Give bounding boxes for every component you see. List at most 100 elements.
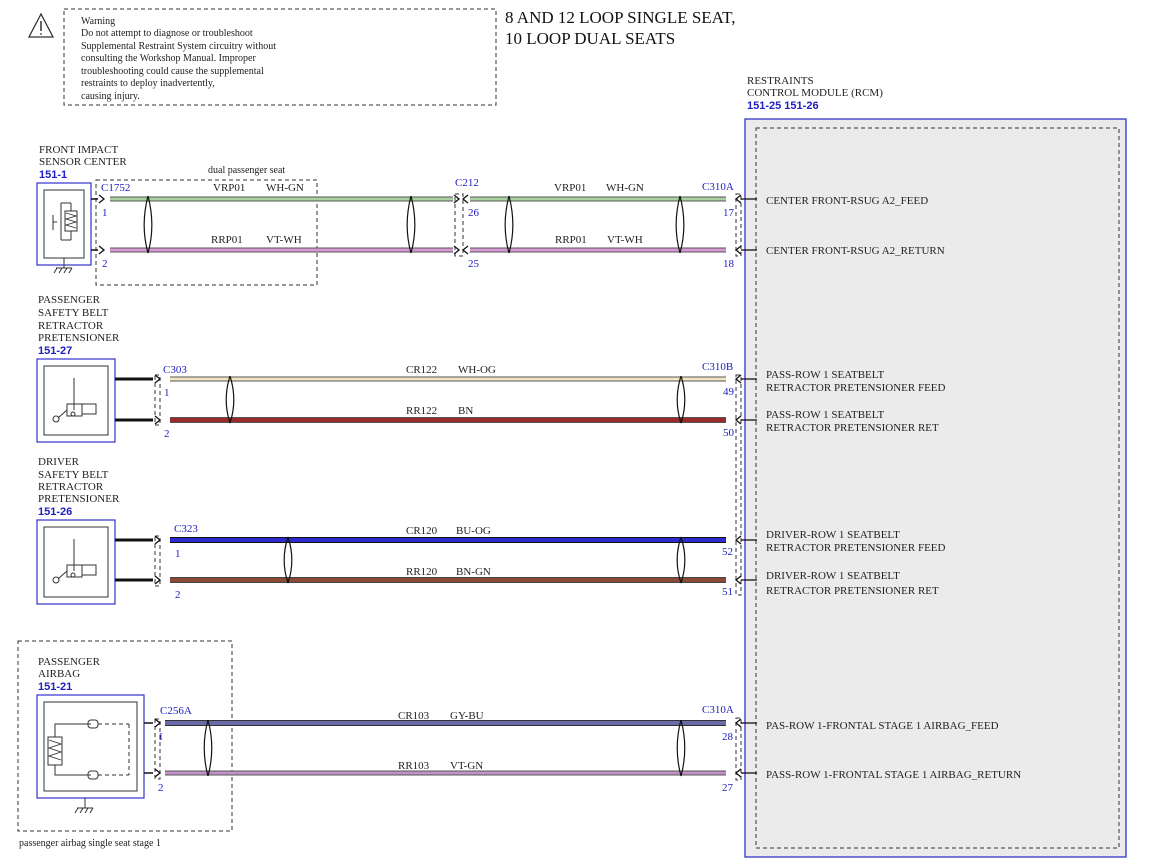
wire-circuit: RR120 <box>406 566 438 578</box>
pin-number: 1 <box>175 548 181 560</box>
wire-color: WH-GN <box>266 182 304 194</box>
wire-circuit: RR122 <box>406 405 437 417</box>
rcm-signal: PASS-ROW 1-FRONTAL STAGE 1 AIRBAG_RETURN <box>766 769 1021 781</box>
component-name: RETRACTOR <box>38 320 104 332</box>
component-name: RETRACTOR <box>38 481 104 493</box>
pin-number: 25 <box>468 258 480 270</box>
connector-arrow <box>461 194 469 204</box>
component-name: SAFETY BELT <box>38 469 109 481</box>
pin-number: 52 <box>722 546 733 558</box>
warning-line: Do not attempt to diagnose or troublesho… <box>81 28 253 39</box>
wire-color: WH-OG <box>458 364 496 376</box>
wire-circuit: CR122 <box>406 364 437 376</box>
wiring-diagram: Warning Do not attempt to diagnose or tr… <box>17 8 1127 858</box>
component-ref[interactable]: 151-1 <box>39 169 67 181</box>
component-name: DRIVER <box>38 456 80 468</box>
component-ref[interactable]: 151-27 <box>38 345 72 357</box>
twisted-pair-marker <box>203 719 686 777</box>
connector-id[interactable]: C310A <box>702 704 734 716</box>
dual-seat-note: dual passenger seat <box>208 165 285 176</box>
component-name: SENSOR CENTER <box>39 156 127 168</box>
wire-color: BN <box>458 405 473 417</box>
wire-color: BN-GN <box>456 566 491 578</box>
rcm-signal: RETRACTOR PRETENSIONER FEED <box>766 542 946 554</box>
connector-arrow <box>98 194 106 204</box>
rcm-signal: PASS-ROW 1 SEATBELT <box>766 409 884 421</box>
rcm-name: RESTRAINTS <box>747 75 814 87</box>
connector-arrow <box>154 415 162 425</box>
sensor-switch-icon <box>43 189 85 259</box>
rcm-signal: PAS-ROW 1-FRONTAL STAGE 1 AIRBAG_FEED <box>766 720 999 732</box>
pin-number: 1 <box>164 387 170 399</box>
dual-seat-outline <box>95 179 318 286</box>
warning-line: consulting the Workshop Manual. Improper <box>81 53 256 64</box>
pin-number: 18 <box>723 258 735 270</box>
pin-number: 17 <box>723 207 735 219</box>
wire-color: BU-OG <box>456 525 491 537</box>
c212-outline <box>454 193 464 257</box>
connector-id[interactable]: C310B <box>702 361 733 373</box>
wire-color: VT-WH <box>607 234 643 246</box>
pin-number: 2 <box>164 428 170 440</box>
pin-number: 50 <box>723 427 735 439</box>
connector-id[interactable]: C303 <box>163 364 187 376</box>
connector-arrow <box>154 718 162 728</box>
twisted-pair-marker <box>225 375 686 424</box>
connector-arrow <box>154 768 162 778</box>
wire-color: GY-BU <box>450 710 484 722</box>
rcm-signal: RETRACTOR PRETENSIONER RET <box>766 422 939 434</box>
pin-number: 2 <box>158 782 164 794</box>
warning-line: Warning <box>81 16 115 27</box>
rcm-signal: DRIVER-ROW 1 SEATBELT <box>766 529 900 541</box>
wire-circuit: RRP01 <box>555 234 587 246</box>
pretensioner-icon <box>43 526 109 598</box>
wire-circuit: RRP01 <box>211 234 243 246</box>
connector-id[interactable]: C212 <box>455 177 479 189</box>
rcm-ref[interactable]: 151-25 151-26 <box>747 100 819 112</box>
connector-id[interactable]: C310A <box>702 181 734 193</box>
rcm-signal: RETRACTOR PRETENSIONER RET <box>766 585 939 597</box>
connector-id[interactable]: C1752 <box>101 182 130 194</box>
rcm-signal: CENTER FRONT-RSUG A2_RETURN <box>766 245 945 257</box>
pretensioner-icon <box>43 365 109 436</box>
wire-circuit: CR120 <box>406 525 438 537</box>
rcm-signal: DRIVER-ROW 1 SEATBELT <box>766 570 900 582</box>
airbag-squib-icon <box>43 701 138 792</box>
pin-number: 2 <box>102 258 108 270</box>
component-ref[interactable]: 151-21 <box>38 681 72 693</box>
component-name: PASSENGER <box>38 294 101 306</box>
pin-number: 27 <box>722 782 734 794</box>
rcm-signal: CENTER FRONT-RSUG A2_FEED <box>766 195 928 207</box>
single-seat-note: passenger airbag single seat stage 1 <box>19 838 161 849</box>
rcm-module[interactable] <box>744 118 1127 858</box>
wire-circuit: VRP01 <box>554 182 586 194</box>
pin-number: 28 <box>722 731 734 743</box>
component-name: PRETENSIONER <box>38 493 120 505</box>
pin-number: 1 <box>158 731 164 743</box>
connector-id[interactable]: C256A <box>160 705 192 717</box>
rcm-signal: RETRACTOR PRETENSIONER FEED <box>766 382 946 394</box>
warning-line: causing injury. <box>81 91 140 102</box>
rcm-name: CONTROL MODULE (RCM) <box>747 87 883 99</box>
component-name: PRETENSIONER <box>38 332 120 344</box>
pin-number: 51 <box>722 586 733 598</box>
wire-color: WH-GN <box>606 182 644 194</box>
c310b-outline <box>735 374 742 596</box>
pin-number: 26 <box>468 207 480 219</box>
connector-arrow <box>154 374 162 384</box>
connector-arrow <box>98 245 106 255</box>
pin-number: 1 <box>102 207 108 219</box>
component-ref[interactable]: 151-26 <box>38 506 72 518</box>
diagram-title: 10 LOOP DUAL SEATS <box>505 29 675 48</box>
connector-arrow <box>154 575 162 585</box>
connector-arrow <box>461 245 469 255</box>
wire-circuit: CR103 <box>398 710 430 722</box>
warning-icon <box>27 12 55 38</box>
connector-arrow <box>154 535 162 545</box>
pin-number: 2 <box>175 589 181 601</box>
warning-line: troubleshooting could cause the suppleme… <box>81 66 264 77</box>
connector-id[interactable]: C323 <box>174 523 198 535</box>
component-name: FRONT IMPACT <box>39 144 118 156</box>
component-name: AIRBAG <box>38 668 80 680</box>
wire-circuit: VRP01 <box>213 182 245 194</box>
